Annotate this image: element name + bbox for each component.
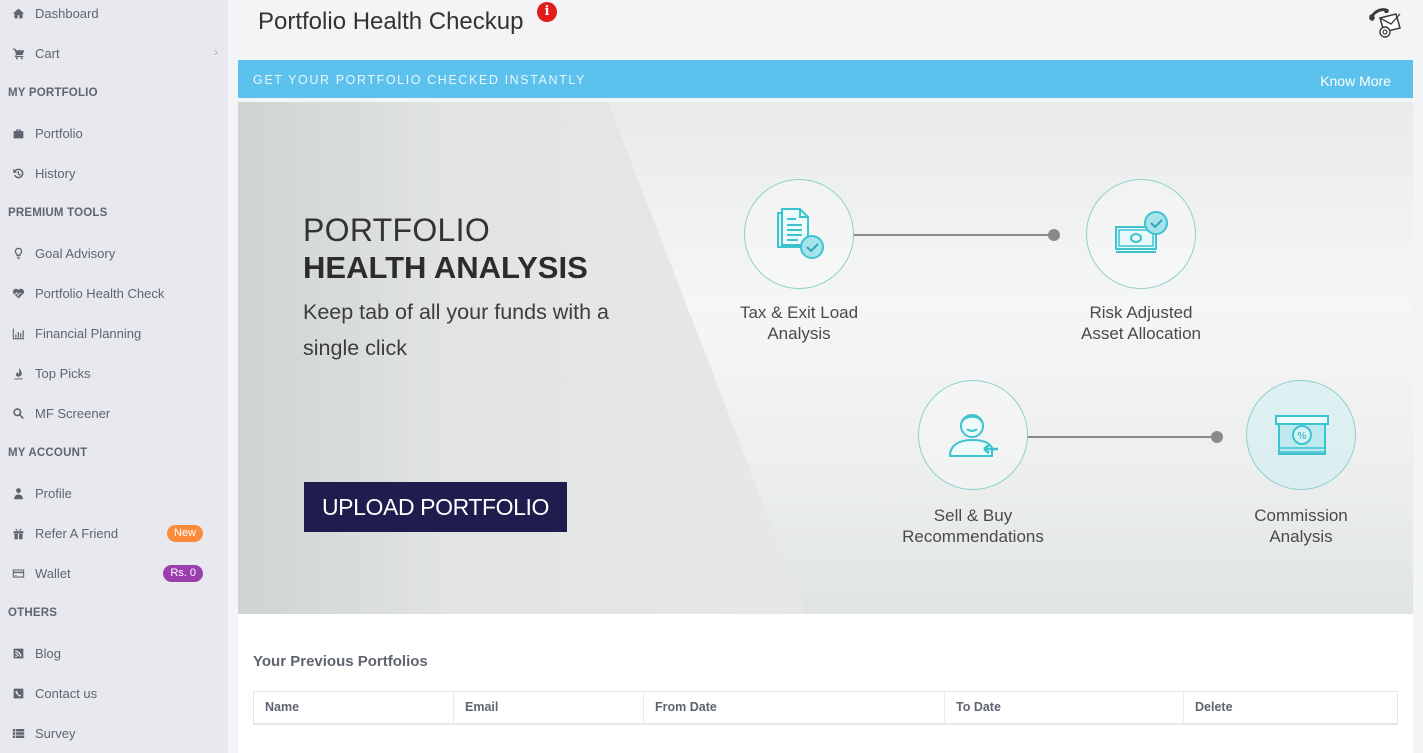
commission-icon: % [1275,415,1329,455]
user-icon [10,485,26,501]
connector-dot [1048,229,1060,241]
sidebar: Dashboard Cart › MY PORTFOLIO Portfolio … [0,0,228,753]
sidebar-item-label: Portfolio [35,125,83,141]
feature-risk-adjusted [1086,179,1196,289]
sidebar-item-goal-advisory[interactable]: Goal Advisory [0,233,228,273]
previous-portfolios-title: Your Previous Portfolios [253,653,428,670]
column-header-to-date[interactable]: To Date [945,692,1184,723]
section-heading-premium-tools: PREMIUM TOOLS [8,207,108,219]
history-icon [10,165,26,181]
feature-label-line2: Recommendations [902,527,1044,546]
feature-commission: % [1246,380,1356,490]
connector-line [853,234,1053,236]
feature-label-line1: Commission [1254,506,1348,525]
sidebar-item-label: Refer A Friend [35,525,119,541]
sidebar-item-label: Blog [35,645,62,661]
chevron-right-icon: › [214,45,218,59]
sidebar-item-label: History [35,165,76,181]
heartbeat-icon [10,285,26,301]
phone-icon [10,685,26,701]
money-check-icon [1115,211,1168,253]
upload-portfolio-button[interactable]: UPLOAD PORTFOLIO [304,482,567,532]
column-header-email[interactable]: Email [454,692,644,723]
sidebar-item-dashboard[interactable]: Dashboard [0,0,228,33]
sidebar-item-top-picks[interactable]: Top Picks [0,353,228,393]
feature-label-line1: Tax & Exit Load [739,303,859,322]
sidebar-item-portfolio[interactable]: Portfolio [0,113,228,153]
feature-label-line2: Analysis [1269,527,1333,546]
sidebar-item-label: Wallet [35,565,71,581]
section-heading-my-account: MY ACCOUNT [8,447,88,459]
sidebar-item-survey[interactable]: Survey [0,713,228,753]
sidebar-item-label: MF Screener [35,405,111,421]
banner-title-line2: HEALTH ANALYSIS [303,250,588,285]
promo-strip: GET YOUR PORTFOLIO CHECKED INSTANTLY Kno… [238,60,1413,98]
feature-label: Risk Adjusted Asset Allocation [1041,302,1241,344]
section-heading-my-portfolio: MY PORTFOLIO [8,87,98,99]
credit-card-icon [10,565,26,581]
feature-label-line1: Risk Adjusted [1089,303,1193,322]
feature-tax-exit-load [744,179,854,289]
feature-label-line2: Asset Allocation [1080,324,1201,343]
feature-label: Commission Analysis [1201,505,1401,547]
list-icon [10,725,26,741]
flame-icon [10,365,26,381]
feature-label-line2: Analysis [767,324,831,343]
bar-chart-icon [10,325,26,341]
home-icon [10,5,26,21]
sidebar-item-label: Profile [35,485,72,501]
sidebar-item-wallet[interactable]: Wallet Rs. 0 [0,553,228,593]
column-header-name[interactable]: Name [254,692,454,723]
previous-portfolios-card: Your Previous Portfolios Name Email From… [238,614,1413,753]
sidebar-item-financial-planning[interactable]: Financial Planning [0,313,228,353]
sidebar-item-label: Cart [35,45,60,61]
rss-icon [10,645,26,661]
page-title: Portfolio Health Checkup [258,8,524,35]
sidebar-item-history[interactable]: History [0,153,228,193]
gift-icon [10,525,26,541]
document-check-icon [777,208,824,259]
sidebar-item-label: Goal Advisory [35,245,116,261]
promo-strip-text: GET YOUR PORTFOLIO CHECKED INSTANTLY [253,73,586,87]
sidebar-item-contact-us[interactable]: Contact us [0,673,228,713]
sidebar-item-portfolio-health-check[interactable]: Portfolio Health Check [0,273,228,313]
sidebar-item-label: Portfolio Health Check [35,285,165,301]
feature-label: Sell & Buy Recommendations [873,505,1073,547]
info-icon[interactable]: i [537,2,557,22]
sidebar-item-label: Contact us [35,685,98,701]
phone-mail-icon[interactable] [1366,4,1404,40]
section-heading-others: OTHERS [8,607,58,619]
svg-text:%: % [1297,431,1307,442]
lightbulb-icon [10,245,26,261]
column-header-delete[interactable]: Delete [1184,692,1397,723]
advisor-icon [948,414,998,457]
know-more-link[interactable]: Know More [1320,73,1391,89]
sidebar-item-cart[interactable]: Cart › [0,33,228,73]
feature-label: Tax & Exit Load Analysis [699,302,899,344]
sidebar-item-label: Dashboard [35,5,99,21]
sidebar-item-label: Top Picks [35,365,91,381]
sidebar-item-label: Financial Planning [35,325,142,341]
connector-line [1027,436,1217,438]
sidebar-item-refer-a-friend[interactable]: Refer A Friend New [0,513,228,553]
banner-subtitle: Keep tab of all your funds with a single… [303,300,609,360]
feature-sell-buy [918,380,1028,490]
wallet-balance-badge: Rs. 0 [163,565,203,582]
briefcase-icon [10,125,26,141]
sidebar-item-label: Survey [35,725,76,741]
feature-label-line1: Sell & Buy [933,506,1013,525]
column-header-from-date[interactable]: From Date [644,692,945,723]
new-badge: New [166,525,203,542]
health-analysis-banner: PORTFOLIO HEALTH ANALYSIS Keep tab of al… [238,102,1413,614]
sidebar-item-mf-screener[interactable]: MF Screener [0,393,228,433]
search-icon [10,405,26,421]
sidebar-item-blog[interactable]: Blog [0,633,228,673]
sidebar-item-profile[interactable]: Profile [0,473,228,513]
cart-icon [10,45,26,61]
connector-dot [1211,431,1223,443]
banner-title-line1: PORTFOLIO [303,212,491,248]
previous-portfolios-table: Name Email From Date To Date Delete [253,691,1398,725]
